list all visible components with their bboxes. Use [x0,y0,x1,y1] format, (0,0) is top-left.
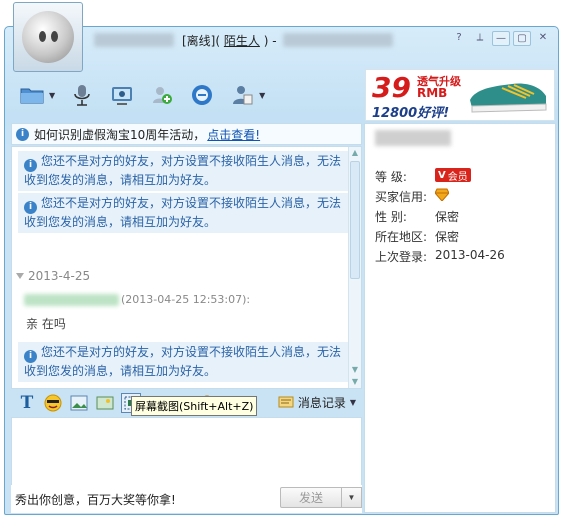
date-label: 2013-4-25 [28,269,91,283]
contact-id-blurred [282,33,393,47]
date-separator[interactable]: 2013-4-25 [16,269,90,283]
microphone-icon [69,83,95,107]
diamond-icon [435,188,449,201]
voice-button[interactable] [69,83,95,107]
gender-value: 保密 [435,210,460,224]
user-card-icon [229,83,255,107]
region-key: 所在地区: [375,230,428,244]
scroll-thumb[interactable] [350,161,360,279]
chat-scrollbar[interactable]: ▲ ▼ ▼ [348,147,361,388]
browser-button[interactable] [189,83,215,107]
status-text: [离线] [182,33,216,48]
credit-key: 买家信用: [375,190,428,204]
shoe-image [470,83,547,113]
title-suffix: ) - [263,33,277,48]
top-toolbar: ▼ ▼ [19,77,265,113]
last-login-value: 2013-04-26 [435,248,505,262]
info-icon: i [24,201,37,214]
font-icon[interactable]: T [17,393,37,413]
video-button[interactable] [109,83,135,107]
history-label: 消息记录 [297,396,346,410]
system-message-text: 您还不是对方的好友，对方设置不接收陌生人消息，无法收到您发的消息，请相互加为好友… [24,196,342,229]
vip-label: 会员 [447,171,468,183]
folder-icon [19,83,45,107]
credit-row: 买家信用: [375,188,449,205]
add-friend-icon [149,83,175,107]
screenshot-tooltip: 屏幕截图(Shift+Alt+Z) [131,396,258,416]
message-timestamp: (2013-04-25 12:53:07): [121,293,251,306]
info-icon: i [16,127,29,141]
chevron-down-icon[interactable]: ▼ [259,91,265,100]
chat-history: i 您还不是对方的好友，对方设置不接收陌生人消息，无法收到您发的消息，请相互加为好… [11,146,362,389]
maximize-button[interactable]: ▢ [513,31,531,46]
profile-card-button[interactable]: ▼ [229,83,265,107]
vip-mark: V [438,169,446,181]
ad-currency: RMB [417,86,448,100]
message-body: 亲 在吗 [26,317,66,331]
message-history-button[interactable]: 消息记录 ▼ [278,394,356,411]
region-value: 保密 [435,230,460,244]
camera-icon [109,83,135,107]
chevron-down-icon[interactable]: ▼ [350,398,356,407]
system-message-text: 您还不是对方的好友，对方设置不接收陌生人消息，无法收到您发的消息，请相互加为好友… [24,154,342,187]
image-icon[interactable] [69,393,89,413]
profile-panel: 等 级: V 会员 买家信用: 性 别: 保密 所在地区: 保密 上次登录: 20… [364,123,556,513]
window-controls: ? ⟂ — ▢ ✕ [450,31,552,46]
region-row: 所在地区: 保密 [375,228,459,245]
system-message: i 您还不是对方的好友，对方设置不接收陌生人消息，无法收到您发的消息，请相互加为好… [18,342,348,382]
send-options-button[interactable]: ▼ [342,487,362,508]
level-key: 等 级: [375,170,407,184]
last-login-row: 上次登录: 2013-04-26 [375,248,505,265]
default-avatar-icon [22,11,74,63]
history-icon [278,396,294,407]
send-file-button[interactable]: ▼ [19,83,55,107]
contact-name-blurred [94,33,174,47]
notice-text: 如何识别虚假淘宝10周年活动， [34,127,206,142]
system-message: i 您还不是对方的好友，对方设置不接收陌生人消息，无法收到您发的消息，请相互加为好… [18,151,348,191]
send-group: 发送 ▼ [280,487,362,508]
stranger-link[interactable]: 陌生人 [224,34,260,48]
notice-link[interactable]: 点击查看! [207,126,260,143]
help-button[interactable]: ? [450,31,468,46]
pin-button[interactable]: ⟂ [471,31,489,46]
info-icon: i [24,159,37,172]
send-button[interactable]: 发送 [280,487,342,508]
shoe-ad-banner[interactable]: 39 透气升级 RMB 12800好评! [365,69,555,121]
collapse-triangle-icon[interactable] [16,273,24,279]
system-message: i 您还不是对方的好友，对方设置不接收陌生人消息，无法收到您发的消息，请相互加为好… [18,193,348,233]
notice-bar: i 如何识别虚假淘宝10周年活动， 点击查看! [11,123,362,145]
window-title: [离线]( 陌生人 ) - [182,32,277,49]
chevron-down-icon[interactable]: ▼ [49,91,55,100]
promo-link[interactable]: 秀出你创意，百万大奖等你拿! [15,491,176,508]
title-bar: [离线]( 陌生人 ) - ? ⟂ — ▢ ✕ [90,29,558,51]
info-icon: i [24,350,37,363]
scroll-down-arrow[interactable]: ▼ [349,364,361,376]
close-button[interactable]: ✕ [534,31,552,46]
system-message-text: 您还不是对方的好友，对方设置不接收陌生人消息，无法收到您发的消息，请相互加为好友… [24,345,342,378]
last-login-key: 上次登录: [375,250,428,264]
sender-name-blurred [24,293,119,306]
gender-row: 性 别: 保密 [375,208,459,225]
message-header: (2013-04-25 12:53:07): [24,293,250,306]
browser-icon [189,83,215,107]
gender-key: 性 别: [375,210,407,224]
scroll-end-arrow[interactable]: ▼ [349,376,361,388]
ad-tagline: 12800好评! [372,106,450,121]
chat-window: [离线]( 陌生人 ) - ? ⟂ — ▢ ✕ ▼ ▼ 39 透气升级 RMB … [4,26,559,515]
add-friend-button[interactable] [149,83,175,107]
emoji-icon[interactable] [43,393,63,413]
profile-name-blurred [375,130,451,146]
scroll-up-arrow[interactable]: ▲ [349,147,361,159]
vip-badge: V 会员 [435,168,471,183]
ad-number: 39 [372,71,411,104]
picture-icon[interactable] [95,393,115,413]
avatar[interactable] [13,2,83,72]
level-row: 等 级: V 会员 [375,168,471,185]
minimize-button[interactable]: — [492,31,510,46]
title-paren: ( [215,33,221,48]
bottom-bar: 秀出你创意，百万大奖等你拿! 发送 ▼ [11,485,362,513]
